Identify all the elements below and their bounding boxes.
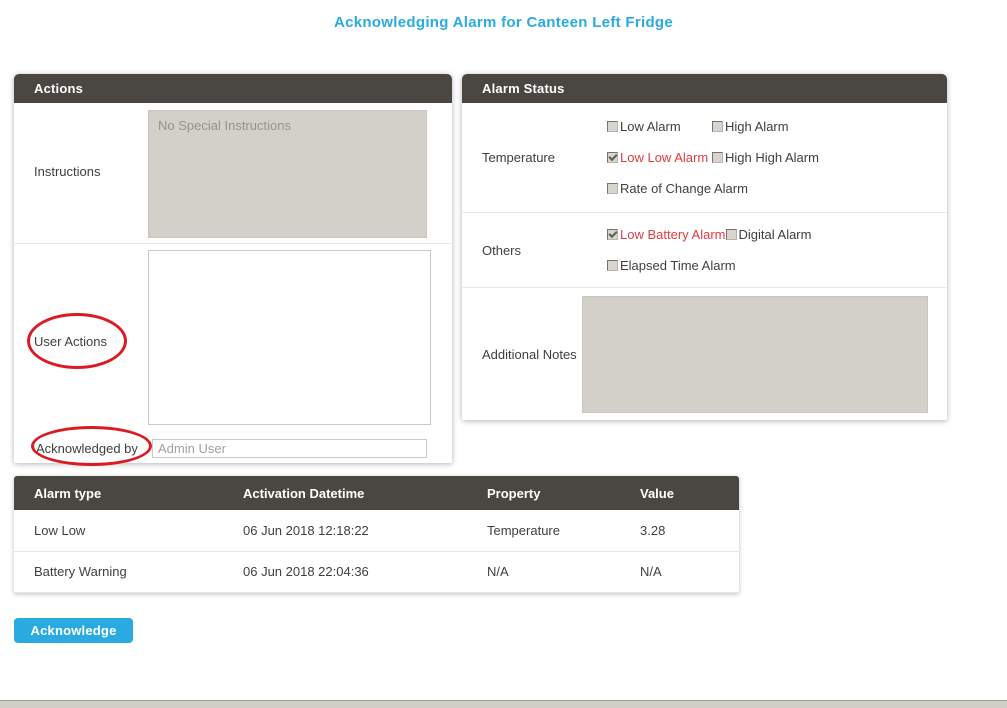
alarm-checkbox-high-high-alarm[interactable]: High High Alarm [712,150,819,165]
alarm-checkbox-low-battery-alarm[interactable]: Low Battery Alarm [607,227,726,242]
checkbox-row: Rate of Change Alarm [607,181,819,196]
table-row: Battery Warning06 Jun 2018 22:04:36N/AN/… [14,551,739,592]
alarm-checkbox-digital-alarm[interactable]: Digital Alarm [726,227,831,242]
status-group-label: Others [482,213,607,287]
table-cell: Low Low [14,510,223,551]
checkbox-unchecked-icon[interactable] [607,260,618,271]
checkbox-unchecked-icon[interactable] [607,121,618,132]
checkbox-label: Rate of Change Alarm [620,181,748,196]
status-group-label: Temperature [482,103,607,212]
checkbox-row: Elapsed Time Alarm [607,258,831,273]
table-cell: N/A [467,551,620,592]
alarm-status-panel: Alarm Status Temperature Low Alarm High Al… [462,74,947,420]
checkbox-unchecked-icon[interactable] [712,121,723,132]
user-actions-label: User Actions [34,334,107,349]
checkbox-row: Low Low Alarm High High Alarm [607,150,819,165]
alarm-checkbox-rate-of-change-alarm[interactable]: Rate of Change Alarm [607,181,748,196]
additional-notes-textarea [582,296,928,413]
checkbox-row: Low Alarm High Alarm [607,119,819,134]
checkbox-label: Digital Alarm [739,227,812,242]
checkbox-label: High Alarm [725,119,789,134]
acknowledge-button[interactable]: Acknowledge [14,618,133,643]
alarm-checkbox-high-alarm[interactable]: High Alarm [712,119,817,134]
alarm-table: Alarm typeActivation DatetimePropertyVal… [14,476,739,593]
status-group-temperature: Temperature Low Alarm High Alarm Low Low Al… [462,103,947,213]
status-group-others: Others Low Battery Alarm Digital Alarm Elap… [462,213,947,288]
checkbox-label: Elapsed Time Alarm [620,258,736,273]
table-cell: 3.28 [620,510,739,551]
bottom-status-strip [0,700,1007,708]
actions-panel-header: Actions [14,74,452,103]
actions-panel: Actions Instructions No Special Instruct… [14,74,452,463]
table-cell: Temperature [467,510,620,551]
checkbox-row: Low Battery Alarm Digital Alarm [607,227,831,242]
column-header-activation-datetime: Activation Datetime [223,476,467,510]
checkbox-label: Low Low Alarm [620,150,708,165]
checkbox-unchecked-icon[interactable] [726,229,737,240]
page-title: Acknowledging Alarm for Canteen Left Fri… [0,14,1007,31]
checkbox-checked-icon[interactable] [607,229,618,240]
section-divider [14,243,452,244]
acknowledged-by-input[interactable] [152,439,427,458]
user-actions-textarea[interactable] [148,250,431,425]
alarm-checkbox-low-alarm[interactable]: Low Alarm [607,119,712,134]
column-header-value: Value [620,476,739,510]
alarm-checkbox-low-low-alarm[interactable]: Low Low Alarm [607,150,712,165]
alarm-status-groups: Temperature Low Alarm High Alarm Low Low Al… [462,103,947,288]
acknowledged-by-label: Acknowledged by [36,441,138,456]
checkbox-checked-icon[interactable] [607,152,618,163]
table-cell: 06 Jun 2018 22:04:36 [223,551,467,592]
checkbox-unchecked-icon[interactable] [607,183,618,194]
checkbox-label: High High Alarm [725,150,819,165]
checkbox-label: Low Alarm [620,119,681,134]
table-header-row: Alarm typeActivation DatetimePropertyVal… [14,476,739,510]
additional-notes-section: Additional Notes [462,288,947,420]
alarm-checkbox-elapsed-time-alarm[interactable]: Elapsed Time Alarm [607,258,736,273]
column-header-alarm-type: Alarm type [14,476,223,510]
instructions-textarea: No Special Instructions [148,110,427,238]
checkbox-rows: Low Battery Alarm Digital Alarm Elapsed Ti… [607,213,831,287]
checkbox-label: Low Battery Alarm [620,227,726,242]
table-cell: Battery Warning [14,551,223,592]
alarm-status-panel-header: Alarm Status [462,74,947,103]
additional-notes-label: Additional Notes [482,347,582,362]
checkbox-unchecked-icon[interactable] [712,152,723,163]
column-header-property: Property [467,476,620,510]
table-row: Low Low06 Jun 2018 12:18:22Temperature3.… [14,510,739,551]
checkbox-rows: Low Alarm High Alarm Low Low Alarm High Hig… [607,103,819,212]
table-cell: 06 Jun 2018 12:18:22 [223,510,467,551]
acknowledge-alarm-page: Acknowledging Alarm for Canteen Left Fri… [0,0,1007,708]
instructions-label: Instructions [34,164,100,179]
table-cell: N/A [620,551,739,592]
